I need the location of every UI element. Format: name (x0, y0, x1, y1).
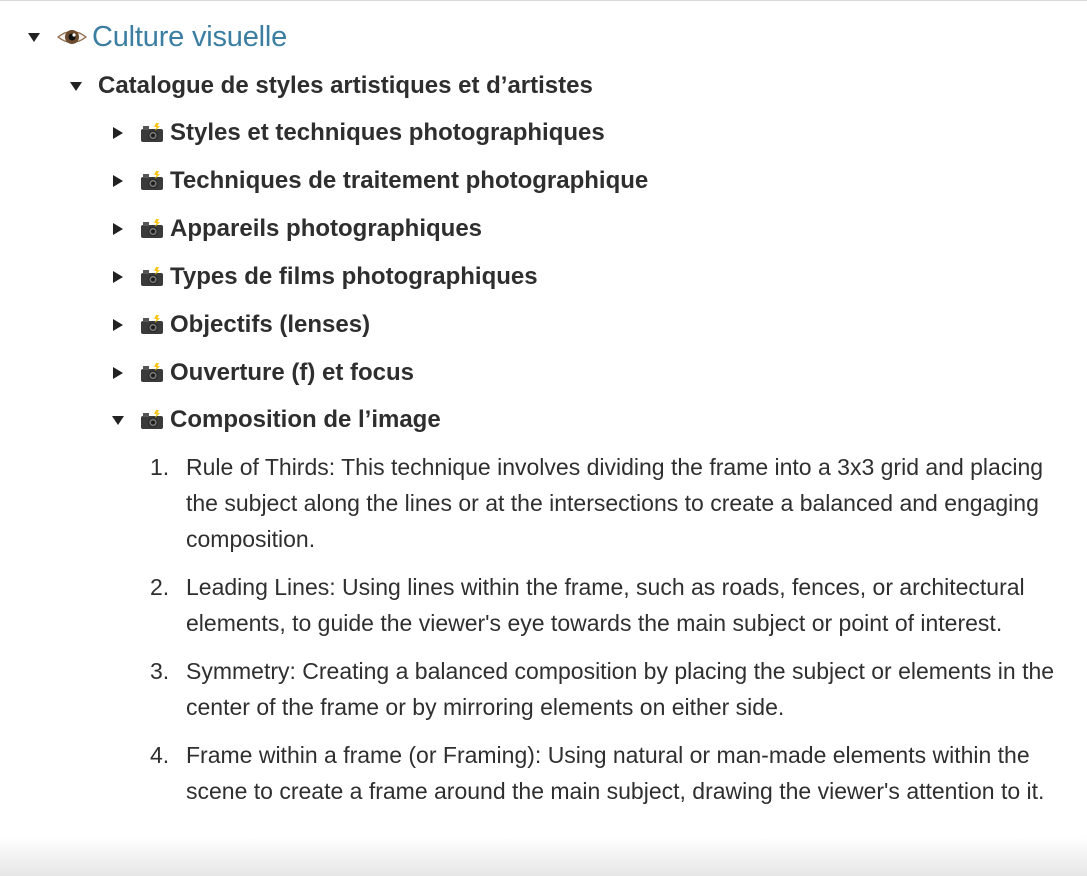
section-node-expanded: Composition de l’image (110, 405, 441, 435)
catalogue-title[interactable]: Catalogue de styles artistiques et d’art… (98, 72, 593, 100)
camera-flash-icon (140, 123, 164, 143)
expand-triangle-icon[interactable] (110, 365, 126, 381)
section-node: Techniques de traitement photographique (110, 166, 648, 196)
list-item-number: 1. (150, 454, 170, 480)
section-node: Appareils photographiques (110, 214, 482, 244)
list-item-text: Frame within a frame (or Framing): Using… (186, 742, 1045, 804)
expand-triangle-icon[interactable] (110, 269, 126, 285)
section-label[interactable]: Appareils photographiques (170, 215, 482, 243)
expand-triangle-icon[interactable] (110, 221, 126, 237)
camera-flash-icon (140, 315, 164, 335)
camera-flash-icon (140, 363, 164, 383)
composition-list: 1. Rule of Thirds: This technique involv… (150, 449, 1080, 821)
expand-triangle-icon[interactable] (110, 173, 126, 189)
camera-flash-icon (140, 267, 164, 287)
root-title[interactable]: Culture visuelle (92, 21, 287, 54)
camera-flash-icon (140, 219, 164, 239)
list-item-text: Leading Lines: Using lines within the fr… (186, 574, 1025, 636)
section-label[interactable]: Composition de l’image (170, 406, 441, 434)
section-label[interactable]: Objectifs (lenses) (170, 311, 370, 339)
bottom-shadow (0, 836, 1087, 876)
eye-icon (56, 25, 88, 49)
list-item-number: 2. (150, 574, 170, 600)
list-item-number: 3. (150, 658, 170, 684)
collapse-triangle-icon[interactable] (68, 78, 84, 94)
section-label[interactable]: Styles et techniques photographiques (170, 119, 605, 147)
collapse-triangle-icon[interactable] (26, 29, 42, 45)
list-item-text: Symmetry: Creating a balanced compositio… (186, 658, 1055, 720)
list-item: 3. Symmetry: Creating a balanced composi… (150, 653, 1080, 725)
collapse-triangle-icon[interactable] (110, 412, 126, 428)
list-item: 1. Rule of Thirds: This technique involv… (150, 449, 1080, 557)
section-label[interactable]: Ouverture (f) et focus (170, 359, 414, 387)
section-node: Objectifs (lenses) (110, 310, 370, 340)
section-label[interactable]: Types de films photographiques (170, 263, 538, 291)
expand-triangle-icon[interactable] (110, 317, 126, 333)
list-item: 4. Frame within a frame (or Framing): Us… (150, 737, 1080, 809)
expand-triangle-icon[interactable] (110, 125, 126, 141)
camera-flash-icon (140, 410, 164, 430)
list-item-text: Rule of Thirds: This technique involves … (186, 454, 1044, 552)
section-node: Styles et techniques photographiques (110, 118, 605, 148)
outline-page: Culture visuelle Catalogue de styles art… (0, 0, 1087, 876)
list-item-number: 4. (150, 742, 170, 768)
section-label[interactable]: Techniques de traitement photographique (170, 167, 648, 195)
catalogue-node: Catalogue de styles artistiques et d’art… (68, 71, 593, 101)
section-node: Types de films photographiques (110, 262, 538, 292)
camera-flash-icon (140, 171, 164, 191)
section-node: Ouverture (f) et focus (110, 358, 414, 388)
root-node: Culture visuelle (26, 21, 287, 53)
list-item: 2. Leading Lines: Using lines within the… (150, 569, 1080, 641)
